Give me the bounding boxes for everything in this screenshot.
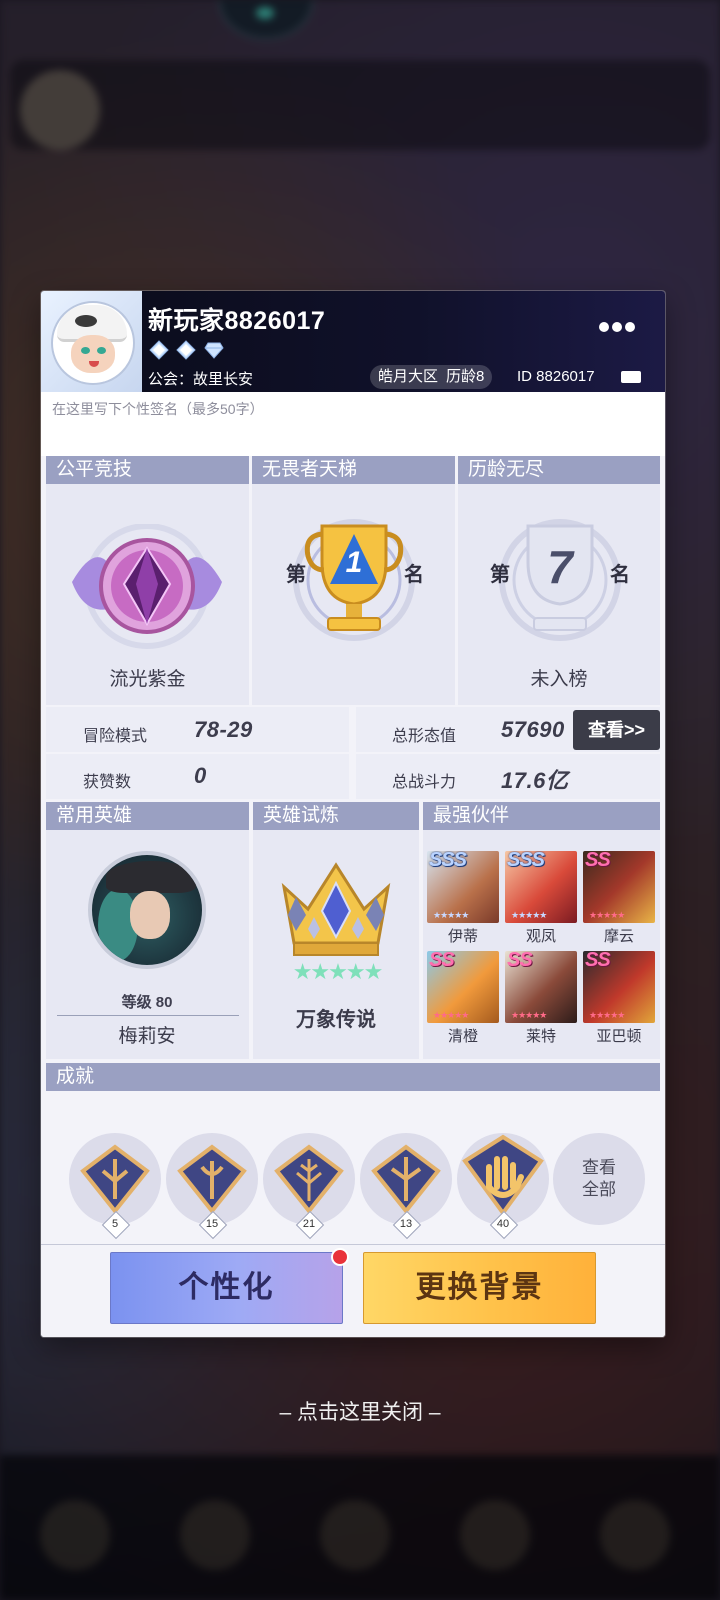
view-all-achievements-button[interactable]: 查看 全部 (553, 1133, 645, 1225)
hero-portrait[interactable] (88, 851, 206, 969)
tenure-value: 历龄8 (446, 368, 485, 385)
partner-grade: SS (585, 851, 611, 871)
hand-emblem-icon (462, 1134, 544, 1217)
view-all-line1: 查看 (582, 1158, 616, 1177)
vip-gems (149, 340, 227, 362)
view-button[interactable]: 查看>> (573, 710, 660, 750)
partner-stars: ★★★★★ (511, 1010, 547, 1020)
server-badge: 皓月大区 历龄8 (370, 365, 493, 389)
rank-panel-fair-arena[interactable]: 流光紫金 (46, 484, 249, 705)
view-all-line2: 全部 (582, 1180, 616, 1199)
customize-button[interactable]: 个性化 (110, 1252, 343, 1324)
section-ladder: 无畏者天梯 (252, 456, 455, 484)
notification-dot (331, 1248, 349, 1266)
trial-title: 万象传说 (296, 1009, 376, 1031)
partner-card[interactable]: SS ★★★★★ 清橙 (427, 951, 499, 1046)
tree-emblem-icon (80, 1144, 150, 1215)
server-name: 皓月大区 (378, 368, 439, 385)
adventure-value: 78-29 (194, 717, 253, 742)
partner-stars: ★★★★★ (511, 910, 547, 920)
rank-panel-ladder[interactable]: 第 名 1 (252, 484, 455, 705)
partner-name: 观凤 (525, 928, 556, 945)
avatar[interactable] (41, 291, 142, 392)
change-background-button[interactable]: 更换背景 (363, 1252, 596, 1324)
partner-stars: ★★★★★ (589, 1010, 625, 1020)
gem-icon (176, 340, 197, 360)
achievement-count: 21 (302, 1218, 316, 1230)
profile-header: 新玩家8826017 公会：故里长安 皓月大区 历龄8 ID 8826017 (41, 291, 665, 392)
achievement-badge[interactable]: 5 (69, 1133, 161, 1240)
rank-panel-endless[interactable]: 第 名 7 未入榜 (458, 484, 660, 705)
partner-grade: SSS (507, 851, 545, 871)
partner-name: 伊蒂 (447, 928, 478, 945)
diamond-icon (204, 340, 224, 360)
achievement-badge[interactable]: 13 (360, 1133, 452, 1240)
hero-level: 等级 80 (121, 994, 173, 1011)
achievement-badge[interactable]: 21 (263, 1133, 355, 1240)
hero-divider (57, 1015, 239, 1016)
power-label: 总战斗力 (392, 774, 457, 791)
section-common-hero: 常用英雄 (46, 802, 249, 830)
partner-grade: SS (429, 951, 455, 971)
achievement-count: 15 (205, 1218, 219, 1230)
ladder-rank-number: 1 (345, 546, 363, 579)
partner-name: 清橙 (447, 1028, 478, 1045)
partner-grade: SS (585, 951, 611, 971)
partner-card[interactable]: SSS ★★★★★ 观凤 (505, 851, 577, 946)
endless-rank-number: 7 (547, 541, 573, 593)
partner-card[interactable]: SS ★★★★★ 莱特 (505, 951, 577, 1046)
partner-stars: ★★★★★ (589, 910, 625, 920)
partner-card[interactable]: SSS ★★★★★ 伊蒂 (427, 851, 499, 946)
close-hint[interactable]: – 点击这里关闭 – (0, 1396, 720, 1426)
trial-stars: ★★★★★ (292, 959, 384, 984)
hero-name: 梅莉安 (118, 1026, 176, 1047)
username: 新玩家8826017 (148, 307, 326, 335)
branch-emblem-icon (371, 1144, 441, 1215)
achievement-count: 13 (399, 1218, 413, 1230)
rank-prefix: 第 (286, 564, 306, 586)
more-options-icon[interactable] (599, 319, 641, 332)
copy-id-icon[interactable] (621, 371, 641, 383)
profile-card: 新玩家8826017 公会：故里长安 皓月大区 历龄8 ID 8826017 在这… (41, 291, 665, 1337)
partner-stars: ★★★★★ (433, 1010, 469, 1020)
partner-card[interactable]: SS ★★★★★ 摩云 (583, 851, 655, 946)
rank-prefix: 第 (490, 564, 510, 586)
section-hero-trial: 英雄试炼 (253, 802, 419, 830)
section-achievements: 成就 (46, 1063, 660, 1091)
rank-suffix: 名 (404, 564, 424, 586)
section-fair-arena: 公平竞技 (46, 456, 249, 484)
partner-grade: SS (507, 951, 533, 971)
partner-grade: SSS (429, 851, 467, 871)
guild-name[interactable]: 公会：故里长安 (148, 368, 253, 389)
partner-stars: ★★★★★ (433, 910, 469, 920)
section-endless: 历龄无尽 (458, 456, 660, 484)
adventure-label: 冒险模式 (83, 728, 148, 745)
sprout-emblem-icon (177, 1144, 247, 1215)
player-id: ID 8826017 (517, 368, 595, 385)
crown-icon (281, 862, 391, 956)
partner-name: 摩云 (603, 928, 634, 945)
power-value: 17.6亿 (501, 768, 569, 793)
footer-divider (41, 1244, 665, 1245)
leaf-emblem-icon (274, 1144, 344, 1215)
purple-gold-emblem-icon (72, 524, 222, 649)
rank-suffix: 名 (610, 564, 630, 586)
achievement-badge[interactable]: 15 (166, 1133, 258, 1240)
likes-value: 0 (194, 763, 207, 788)
achievement-count: 5 (111, 1218, 119, 1230)
partner-name: 亚巴顿 (596, 1028, 642, 1045)
gem-icon (149, 340, 169, 360)
achievement-count: 40 (496, 1218, 510, 1230)
signature-placeholder[interactable]: 在这里写下个性签名（最多50字） (52, 399, 264, 419)
likes-label: 获赞数 (83, 774, 132, 791)
form-value: 57690 (501, 717, 565, 742)
partner-card[interactable]: SS ★★★★★ 亚巴顿 (583, 951, 655, 1046)
rank-tier-label: 流光紫金 (109, 669, 186, 690)
partner-name: 莱特 (525, 1028, 556, 1045)
form-label: 总形态值 (392, 728, 457, 745)
achievement-badge[interactable]: 40 (457, 1133, 549, 1240)
section-strongest-partners: 最强伙伴 (423, 802, 660, 830)
rank-status-label: 未入榜 (530, 669, 588, 690)
